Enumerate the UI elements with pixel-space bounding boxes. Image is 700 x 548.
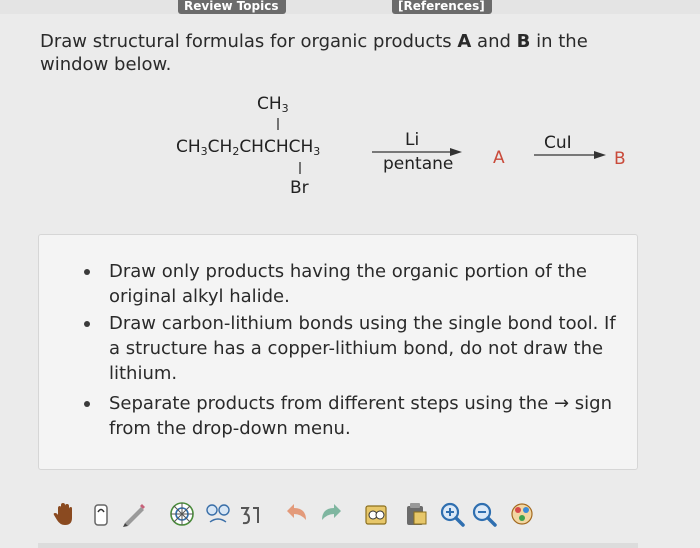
undo-icon[interactable] <box>284 500 312 528</box>
ring-template-icon[interactable] <box>168 500 196 528</box>
instruction-item: Separate products from different steps u… <box>84 391 629 441</box>
atom-color-icon[interactable] <box>508 500 536 528</box>
bullet-icon <box>84 321 90 327</box>
instruction-item: Draw carbon-lithium bonds using the sing… <box>84 311 629 386</box>
instruction-text: Draw carbon-lithium bonds using the sing… <box>109 313 616 384</box>
eraser-icon[interactable] <box>86 500 114 528</box>
reagent-lithium: Li <box>405 130 420 150</box>
copy-icon[interactable] <box>362 500 390 528</box>
paste-icon[interactable] <box>402 500 430 528</box>
reagent-pentane: pentane <box>383 154 454 174</box>
zoom-in-icon[interactable] <box>438 500 466 528</box>
reagent-copper-iodide: CuI <box>544 133 572 153</box>
canvas-edge <box>38 543 638 548</box>
hand-icon[interactable] <box>50 500 78 528</box>
arrowhead-2 <box>594 151 606 159</box>
zoom-out-icon[interactable] <box>470 500 498 528</box>
instructions-panel: Draw only products having the organic po… <box>38 234 638 470</box>
product-a: A <box>493 148 505 168</box>
ring-size-icon[interactable] <box>236 500 264 528</box>
product-b: B <box>614 149 626 169</box>
bullet-icon <box>84 401 90 407</box>
pencil-icon[interactable] <box>120 500 148 528</box>
reaction-scheme: CH3 CH3CH2CHCHCH3 Br Li pentane A CuI B <box>0 0 700 220</box>
redo-icon[interactable] <box>316 500 344 528</box>
bromo-substituent: Br <box>290 178 309 198</box>
bond-lines <box>277 118 606 174</box>
atom-charge-icon[interactable] <box>204 500 232 528</box>
instruction-item: Draw only products having the organic po… <box>84 259 629 309</box>
instruction-text: Separate products from different steps u… <box>109 393 613 439</box>
drawing-toolbar <box>44 488 644 544</box>
bullet-icon <box>84 269 90 275</box>
main-chain: CH3CH2CHCHCH3 <box>176 137 321 158</box>
instruction-text: Draw only products having the organic po… <box>109 261 588 307</box>
